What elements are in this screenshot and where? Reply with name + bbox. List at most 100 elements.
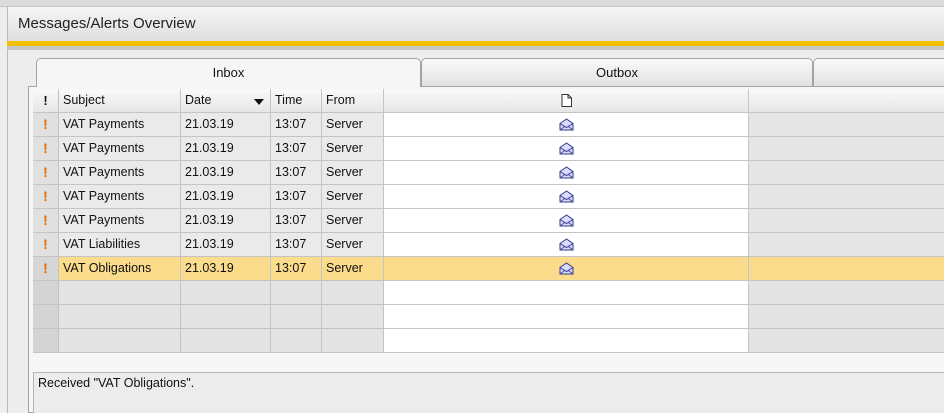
message-icon-cell[interactable] — [384, 137, 749, 161]
subject-cell: VAT Payments — [59, 209, 181, 233]
date-cell: 21.03.19 — [181, 257, 271, 281]
empty-cell — [749, 329, 944, 353]
from-cell: Server — [322, 257, 384, 281]
priority-indicator: ! — [43, 164, 48, 180]
column-header-subject[interactable]: Subject — [59, 89, 181, 113]
empty-cell — [59, 329, 181, 353]
time-cell: 13:07 — [271, 113, 322, 137]
priority-cell: ! — [33, 233, 59, 257]
time-cell: 13:07 — [271, 233, 322, 257]
date-cell: 21.03.19 — [181, 113, 271, 137]
message-icon-cell[interactable] — [384, 209, 749, 233]
table-header: ! Subject Date Time From — [33, 89, 944, 113]
tab-outbox-label: Outbox — [596, 65, 638, 80]
priority-cell: ! — [33, 113, 59, 137]
filler-cell — [749, 113, 944, 137]
message-icon-cell[interactable] — [384, 257, 749, 281]
sort-descending-icon — [254, 99, 264, 105]
empty-cell — [59, 281, 181, 305]
column-header-time[interactable]: Time — [271, 89, 322, 113]
message-icon-cell[interactable] — [384, 161, 749, 185]
subject-cell: VAT Obligations — [59, 257, 181, 281]
priority-indicator: ! — [43, 212, 48, 228]
empty-cell — [384, 305, 749, 329]
empty-cell — [59, 305, 181, 329]
table-row[interactable]: ! VAT Payments 21.03.19 13:07 Server — [33, 113, 944, 137]
envelope-open-icon — [559, 189, 574, 203]
column-header-attachment[interactable] — [384, 89, 749, 113]
date-cell: 21.03.19 — [181, 185, 271, 209]
tab-inbox[interactable]: Inbox — [36, 58, 421, 87]
from-cell: Server — [322, 185, 384, 209]
message-preview: Received "VAT Obligations". — [33, 372, 944, 413]
table-row[interactable]: ! VAT Payments 21.03.19 13:07 Server — [33, 209, 944, 233]
envelope-open-icon — [559, 141, 574, 155]
messages-alerts-window: Messages/Alerts Overview Inbox Outbox ! … — [0, 0, 944, 413]
column-header-filler — [749, 89, 944, 113]
messages-table: ! Subject Date Time From ! VAT Payments 21… — [33, 89, 944, 353]
time-cell: 13:07 — [271, 257, 322, 281]
filler-cell — [749, 185, 944, 209]
filler-cell — [749, 137, 944, 161]
table-row[interactable]: ! VAT Liabilities 21.03.19 13:07 Server — [33, 233, 944, 257]
envelope-open-icon — [559, 237, 574, 251]
from-cell: Server — [322, 233, 384, 257]
priority-cell: ! — [33, 209, 59, 233]
envelope-open-icon — [559, 261, 574, 275]
priority-indicator: ! — [43, 236, 48, 252]
empty-table-row — [33, 281, 944, 305]
table-row[interactable]: ! VAT Payments 21.03.19 13:07 Server — [33, 137, 944, 161]
message-icon-cell[interactable] — [384, 185, 749, 209]
empty-cell — [384, 329, 749, 353]
date-cell: 21.03.19 — [181, 233, 271, 257]
date-cell: 21.03.19 — [181, 137, 271, 161]
table-row[interactable]: ! VAT Payments 21.03.19 13:07 Server — [33, 161, 944, 185]
subject-cell: VAT Payments — [59, 185, 181, 209]
empty-cell — [271, 305, 322, 329]
filler-cell — [749, 257, 944, 281]
envelope-open-icon — [559, 213, 574, 227]
empty-cell — [271, 329, 322, 353]
priority-cell: ! — [33, 185, 59, 209]
time-cell: 13:07 — [271, 161, 322, 185]
date-cell: 21.03.19 — [181, 161, 271, 185]
priority-indicator: ! — [43, 260, 48, 276]
priority-indicator: ! — [43, 188, 48, 204]
subject-cell: VAT Liabilities — [59, 233, 181, 257]
empty-table-row — [33, 305, 944, 329]
message-icon-cell[interactable] — [384, 233, 749, 257]
empty-cell — [33, 329, 59, 353]
empty-table-row — [33, 329, 944, 353]
subject-cell: VAT Payments — [59, 113, 181, 137]
empty-cell — [384, 281, 749, 305]
tab-inbox-label: Inbox — [212, 65, 245, 80]
empty-cell — [33, 281, 59, 305]
window-title: Messages/Alerts Overview — [7, 7, 944, 41]
column-header-date-label: Date — [185, 93, 212, 107]
empty-cell — [181, 305, 271, 329]
table-row[interactable]: ! VAT Obligations 21.03.19 13:07 Server — [33, 257, 944, 281]
date-cell: 21.03.19 — [181, 209, 271, 233]
message-preview-text: Received "VAT Obligations". — [38, 376, 195, 390]
tab-strip: Inbox Outbox — [28, 58, 944, 87]
from-cell: Server — [322, 209, 384, 233]
envelope-open-icon — [559, 117, 574, 131]
priority-cell: ! — [33, 137, 59, 161]
subject-cell: VAT Payments — [59, 137, 181, 161]
table-row[interactable]: ! VAT Payments 21.03.19 13:07 Server — [33, 185, 944, 209]
column-header-priority[interactable]: ! — [33, 89, 59, 113]
document-icon — [561, 94, 572, 108]
filler-cell — [749, 161, 944, 185]
tab-outbox[interactable]: Outbox — [421, 58, 813, 86]
priority-indicator: ! — [43, 140, 48, 156]
empty-cell — [322, 281, 384, 305]
envelope-open-icon — [559, 165, 574, 179]
message-icon-cell[interactable] — [384, 113, 749, 137]
empty-cell — [33, 305, 59, 329]
time-cell: 13:07 — [271, 185, 322, 209]
filler-cell — [749, 233, 944, 257]
tab-partial[interactable] — [813, 58, 944, 86]
column-header-from[interactable]: From — [322, 89, 384, 113]
from-cell: Server — [322, 113, 384, 137]
column-header-date[interactable]: Date — [181, 89, 271, 113]
